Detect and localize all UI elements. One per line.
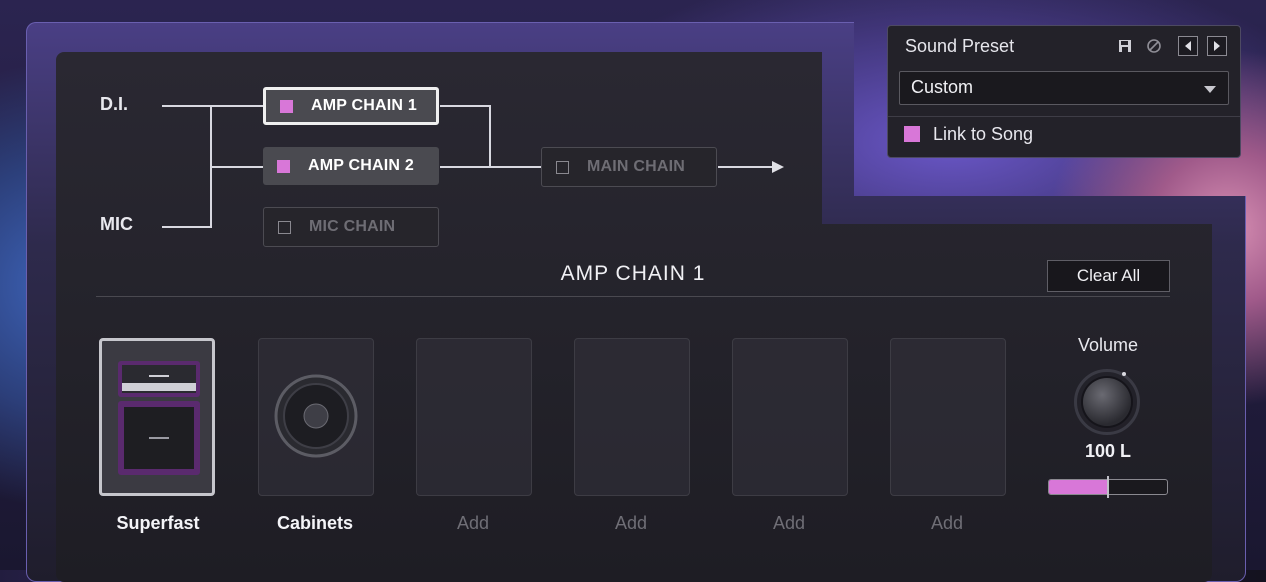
- route-line: [162, 226, 212, 228]
- mic-chain-button[interactable]: MIC CHAIN: [263, 207, 439, 247]
- link-to-song-label[interactable]: Link to Song: [933, 124, 1033, 145]
- sound-preset-panel: Sound Preset Custom Link to Song: [887, 25, 1241, 158]
- chevron-down-icon: [1204, 86, 1216, 93]
- enable-checkbox[interactable]: [556, 160, 569, 174]
- reset-icon[interactable]: [1144, 36, 1164, 56]
- chain-label: MIC CHAIN: [309, 218, 396, 235]
- section-divider: [96, 296, 1170, 297]
- volume-label: Volume: [1077, 335, 1139, 355]
- amp-icon: [118, 361, 200, 475]
- chain-label: MAIN CHAIN: [587, 158, 685, 175]
- input-mic-label: MIC: [100, 214, 133, 234]
- slot-label-add: Add: [614, 513, 648, 533]
- link-to-song-checkbox[interactable]: [904, 126, 920, 142]
- amp-chain-1-button[interactable]: AMP CHAIN 1: [263, 87, 439, 125]
- save-icon[interactable]: [1115, 36, 1135, 56]
- volume-value: 100 L: [1084, 441, 1132, 461]
- output-arrow-icon: [772, 161, 784, 173]
- slot-empty[interactable]: [416, 338, 532, 496]
- amp-chain-2-button[interactable]: AMP CHAIN 2: [263, 147, 439, 185]
- route-line: [440, 105, 491, 107]
- route-line: [718, 166, 774, 168]
- volume-knob[interactable]: [1083, 378, 1131, 426]
- enable-checkbox[interactable]: [277, 159, 290, 173]
- pan-center-marker: [1107, 476, 1109, 498]
- slot-empty[interactable]: [574, 338, 690, 496]
- slot-label-add: Add: [456, 513, 490, 533]
- chevron-right-icon: [1214, 41, 1220, 51]
- input-di-label: D.I.: [100, 94, 129, 114]
- preset-dropdown[interactable]: Custom: [899, 71, 1229, 105]
- route-line: [489, 105, 491, 168]
- slot-label-add: Add: [930, 513, 964, 533]
- route-line: [162, 105, 263, 107]
- next-preset-button[interactable]: [1207, 36, 1227, 56]
- slot-cabinets[interactable]: [258, 338, 374, 496]
- chain-label: AMP CHAIN 2: [308, 157, 414, 174]
- enable-checkbox[interactable]: [280, 99, 293, 113]
- pan-slider-fill: [1049, 480, 1108, 494]
- slot-label-superfast: Superfast: [116, 513, 200, 533]
- preset-title: Sound Preset: [905, 36, 1015, 56]
- slot-empty[interactable]: [732, 338, 848, 496]
- chain-label: AMP CHAIN 1: [311, 97, 417, 114]
- route-line: [210, 166, 263, 168]
- clear-all-button[interactable]: Clear All: [1047, 260, 1170, 292]
- slot-superfast[interactable]: [99, 338, 215, 496]
- chevron-left-icon: [1185, 41, 1191, 51]
- enable-checkbox[interactable]: [278, 220, 291, 234]
- slot-label-cabinets: Cabinets: [276, 513, 354, 533]
- slot-label-add: Add: [772, 513, 806, 533]
- previous-preset-button[interactable]: [1178, 36, 1198, 56]
- slot-empty[interactable]: [890, 338, 1006, 496]
- divider: [888, 116, 1240, 117]
- knob-indicator: [1122, 372, 1126, 376]
- preset-selected-value: Custom: [911, 77, 974, 97]
- speaker-icon: [274, 374, 358, 458]
- main-chain-button[interactable]: MAIN CHAIN: [541, 147, 717, 187]
